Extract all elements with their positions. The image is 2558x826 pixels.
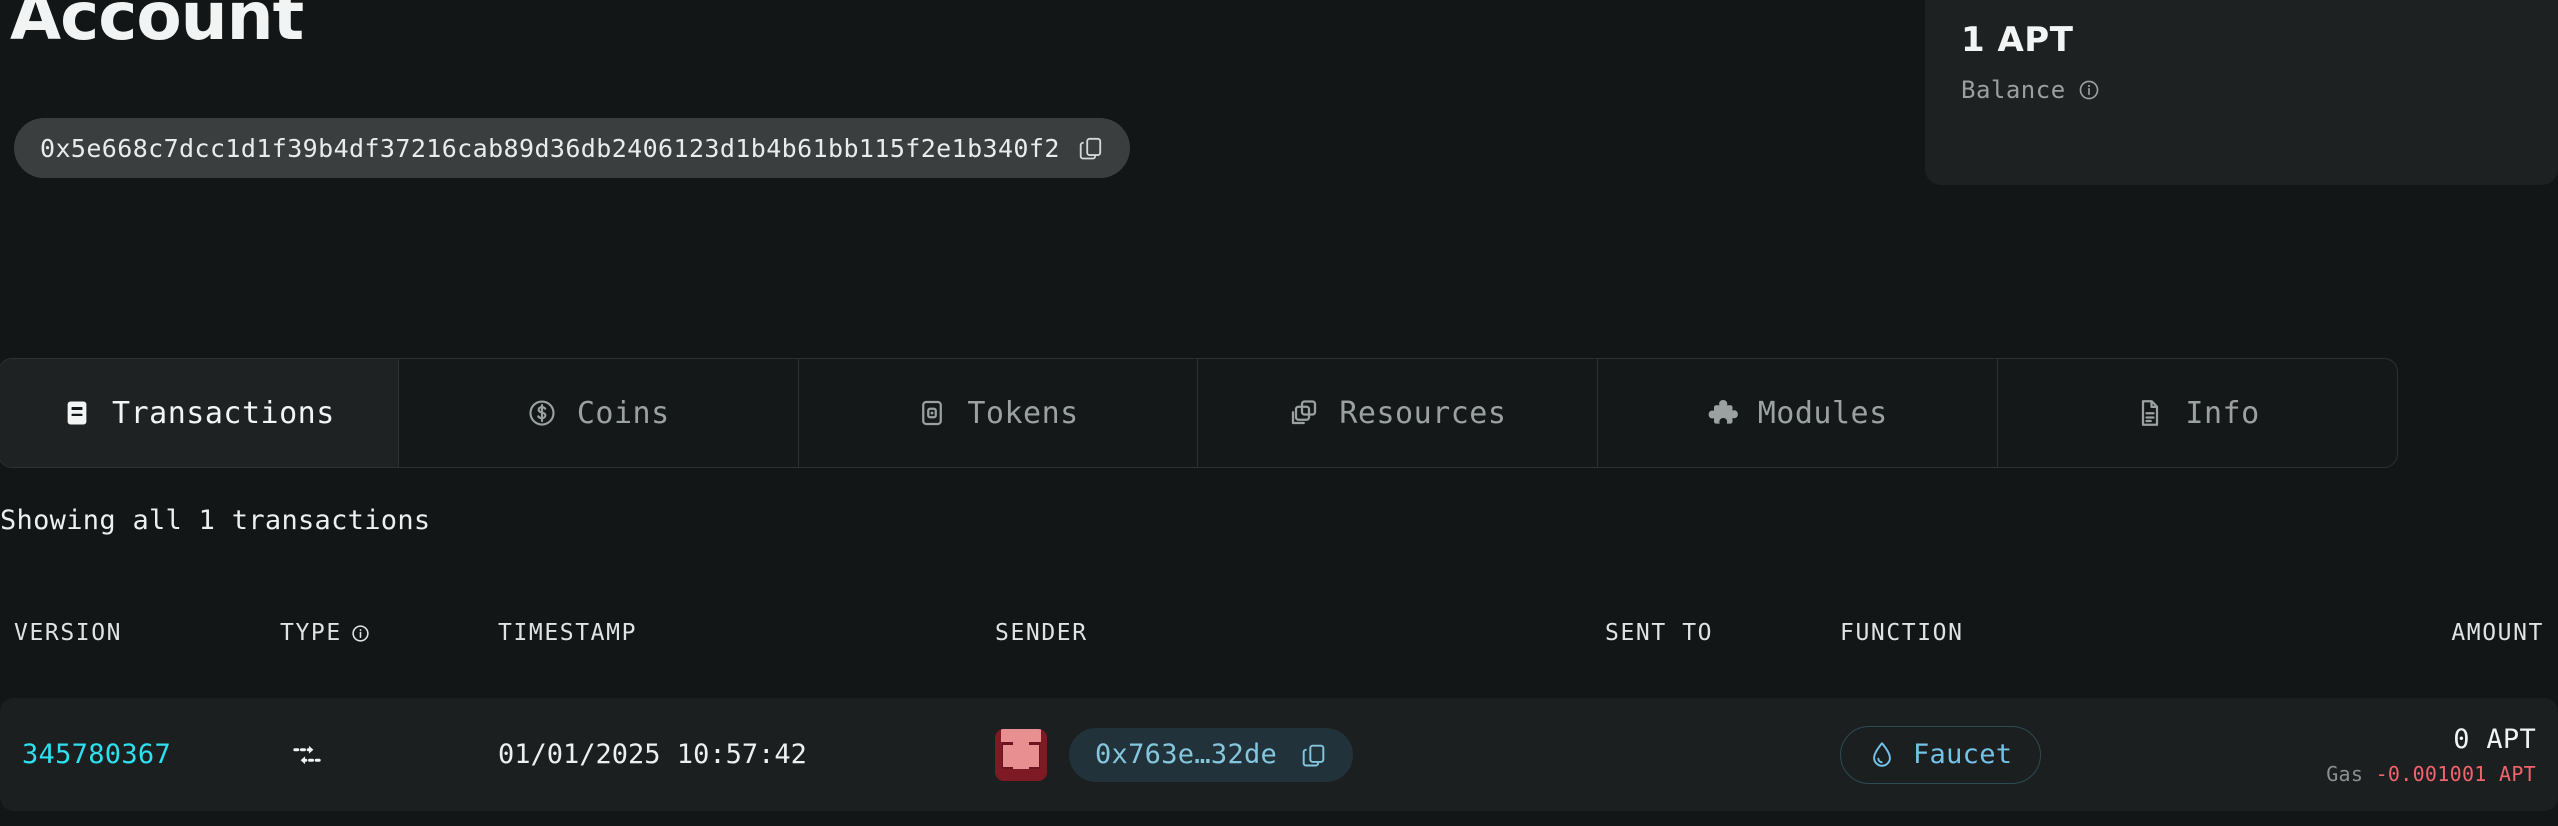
- tab-coins[interactable]: Coins: [399, 359, 799, 467]
- tab-label-coins: Coins: [576, 395, 670, 431]
- cell-timestamp: 01/01/2025 10:57:42: [498, 698, 807, 811]
- cell-function: Faucet: [1840, 698, 2042, 811]
- token-icon: [917, 398, 947, 428]
- version-link[interactable]: 345780367: [22, 739, 171, 770]
- gas-value: -0.001001 APT: [2375, 761, 2536, 786]
- tab-resources[interactable]: Resources: [1198, 359, 1599, 467]
- table-header-row: VERSION TYPE TIMESTAMP SENDER SENT TO FU…: [0, 620, 2558, 666]
- tab-tokens[interactable]: Tokens: [799, 359, 1199, 467]
- column-header-amount[interactable]: AMOUNT: [2451, 620, 2544, 646]
- tab-info[interactable]: Info: [1998, 359, 2397, 467]
- page-title: Account: [10, 0, 304, 55]
- showing-count-text: Showing all 1 transactions: [0, 505, 431, 536]
- transactions-table: VERSION TYPE TIMESTAMP SENDER SENT TO FU…: [0, 620, 2558, 811]
- droplet-icon: [1869, 740, 1895, 770]
- account-tab-bar[interactable]: Transactions Coins Tokens Resources Modu…: [0, 358, 2398, 468]
- column-header-sent-to[interactable]: SENT TO: [1605, 620, 1713, 646]
- tab-label-modules: Modules: [1757, 395, 1888, 431]
- function-label: Faucet: [1913, 739, 2013, 770]
- info-icon[interactable]: [351, 624, 370, 643]
- balance-label-row: Balance: [1961, 76, 2100, 104]
- cell-version: 345780367: [22, 698, 171, 811]
- document-icon: [2135, 398, 2165, 428]
- column-header-sender[interactable]: SENDER: [995, 620, 1088, 646]
- receipt-icon: [62, 398, 92, 428]
- gas-row: Gas -0.001001 APT: [2326, 762, 2536, 786]
- column-header-timestamp[interactable]: TIMESTAMP: [498, 620, 637, 646]
- tab-modules[interactable]: Modules: [1598, 359, 1999, 467]
- account-page: Account 0x5e668c7dcc1d1f39b4df37216cab89…: [0, 0, 2558, 826]
- function-chip[interactable]: Faucet: [1840, 725, 2042, 784]
- timestamp-text: 01/01/2025 10:57:42: [498, 739, 807, 770]
- sender-address-text: 0x763e…32de: [1095, 739, 1278, 770]
- tab-label-info: Info: [2185, 395, 2260, 431]
- column-header-version[interactable]: VERSION: [14, 620, 122, 646]
- transaction-arrows-icon: [290, 738, 324, 772]
- cell-type: [290, 698, 324, 811]
- amount-value: 0 APT: [2453, 723, 2536, 755]
- info-icon[interactable]: [2078, 79, 2100, 101]
- account-address-text: 0x5e668c7dcc1d1f39b4df37216cab89d36db240…: [40, 133, 1060, 163]
- gas-label: Gas: [2326, 761, 2364, 786]
- balance-card: 1 APT Balance: [1925, 0, 2558, 185]
- column-header-function[interactable]: FUNCTION: [1840, 620, 1964, 646]
- copy-icon[interactable]: [1078, 135, 1104, 161]
- balance-label: Balance: [1961, 76, 2066, 104]
- puzzle-icon: [1708, 398, 1738, 428]
- cell-sender: 0x763e…32de: [995, 698, 1354, 811]
- account-address-pill[interactable]: 0x5e668c7dcc1d1f39b4df37216cab89d36db240…: [14, 118, 1130, 178]
- balance-value: 1 APT: [1961, 20, 2074, 60]
- copy-icon[interactable]: [1301, 742, 1327, 768]
- coin-icon: [527, 398, 557, 428]
- tab-label-tokens: Tokens: [967, 395, 1079, 431]
- identicon-avatar: [995, 728, 1047, 781]
- table-row[interactable]: 345780367 01/01/2025 10:57:42 0x763e…32d…: [0, 698, 2558, 811]
- cell-amount: 0 APT Gas -0.001001 APT: [2326, 698, 2536, 811]
- tab-label-transactions: Transactions: [112, 395, 335, 431]
- tab-transactions[interactable]: Transactions: [0, 359, 399, 467]
- layers-icon: [1289, 398, 1319, 428]
- column-header-type[interactable]: TYPE: [280, 620, 370, 646]
- sender-address-chip[interactable]: 0x763e…32de: [1069, 727, 1354, 782]
- tab-label-resources: Resources: [1339, 395, 1507, 431]
